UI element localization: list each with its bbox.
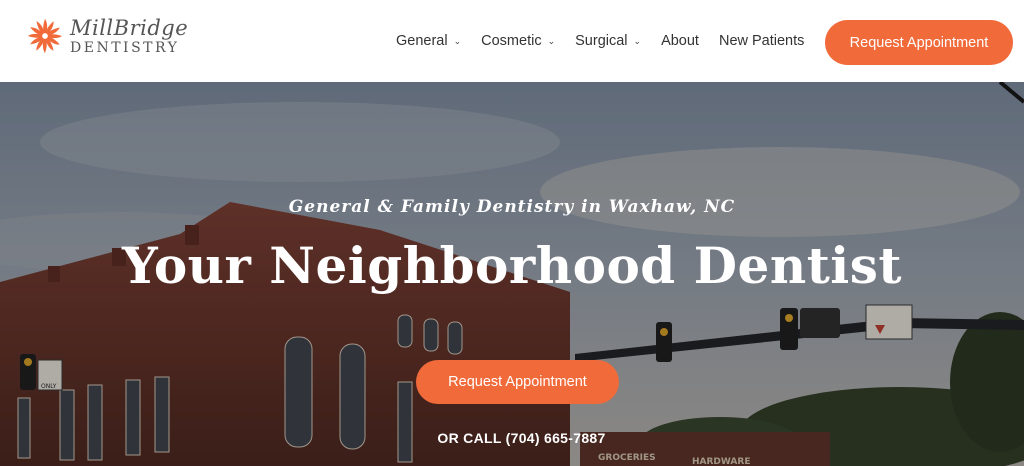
nav-cosmetic[interactable]: Cosmetic ⌄ <box>481 33 555 49</box>
logo-subtitle: DENTISTRY <box>70 39 180 56</box>
pinwheel-icon <box>27 18 63 54</box>
header-request-appointment-button[interactable]: Request Appointment <box>825 20 1013 65</box>
nav-label: Surgical <box>575 33 628 49</box>
hero-phone-link[interactable]: OR CALL (704) 665-7887 <box>0 430 1024 446</box>
chevron-down-icon: ⌄ <box>547 35 556 46</box>
chevron-down-icon: ⌄ <box>453 35 462 46</box>
nav-label: New Patients <box>718 33 805 49</box>
nav-general[interactable]: General ⌄ <box>396 33 461 49</box>
nav-surgical[interactable]: Surgical ⌄ <box>575 33 641 49</box>
chevron-down-icon: ⌄ <box>633 35 642 46</box>
logo-name: MillBridge <box>70 15 189 40</box>
main-nav: General ⌄ Cosmetic ⌄ Surgical ⌄ About Ne… <box>396 0 824 82</box>
nav-label: Cosmetic <box>481 33 542 49</box>
nav-about[interactable]: About <box>661 33 699 49</box>
hero-tagline: General & Family Dentistry in Waxhaw, NC <box>288 197 736 217</box>
hero-section: ONLY GROCERIES HARDWARE General & Family… <box>0 82 1024 466</box>
site-logo[interactable]: MillBridge DENTISTRY <box>26 17 188 55</box>
nav-new-patients[interactable]: New Patients <box>719 33 804 49</box>
nav-label: General <box>396 33 448 49</box>
hero-headline: Your Neighborhood Dentist <box>121 236 903 295</box>
hero-request-appointment-button[interactable]: Request Appointment <box>416 360 619 404</box>
site-header: MillBridge DENTISTRY General ⌄ Cosmetic … <box>0 0 1024 82</box>
nav-label: About <box>661 33 699 49</box>
